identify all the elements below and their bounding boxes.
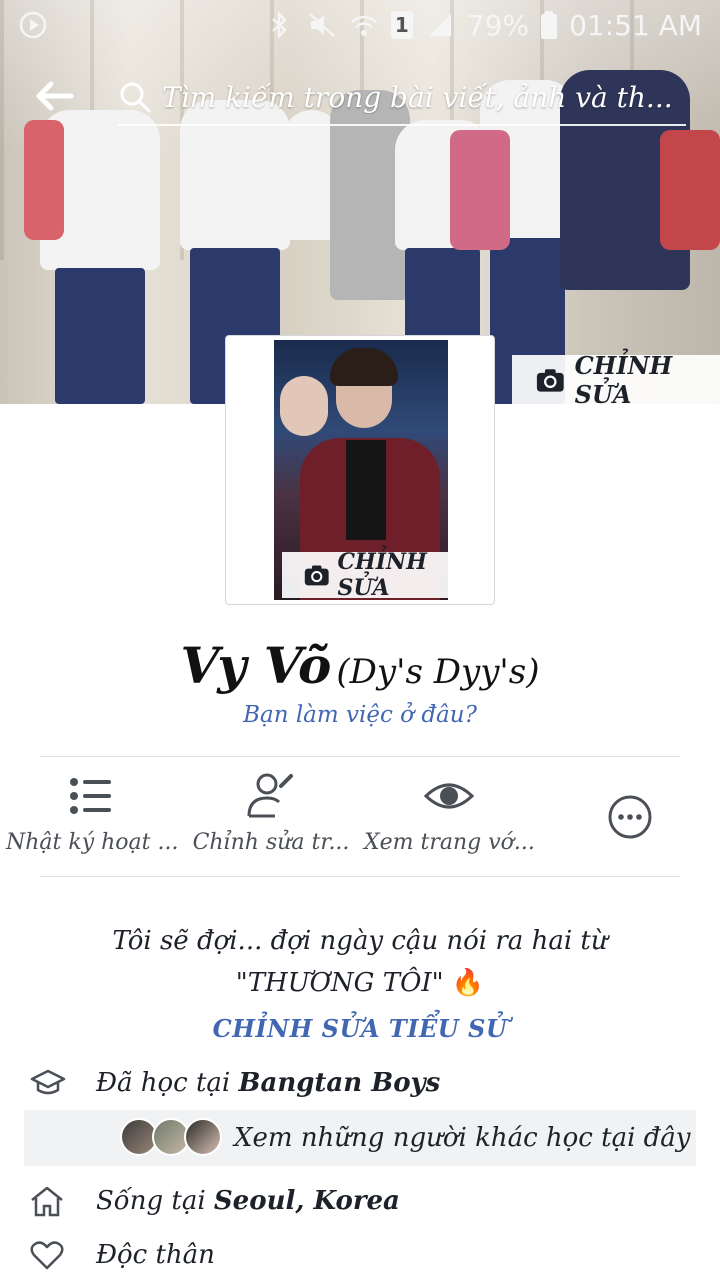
search-input[interactable]: Tìm kiếm trong bài viết, ảnh và th... — [118, 70, 686, 126]
cover-figure — [660, 130, 720, 250]
camera-icon — [304, 565, 329, 586]
cover-figure — [450, 130, 510, 250]
status-bar: 1 79% 01:51 AM — [0, 0, 720, 50]
relationship-status: Độc thân — [96, 1240, 215, 1270]
more-options-button[interactable] — [580, 770, 680, 870]
bio-line: "THƯƠNG TÔI" — [235, 968, 444, 998]
avatar — [184, 1118, 222, 1156]
activity-log-button[interactable]: Nhật ký hoạt ... — [6, 770, 179, 870]
camera-icon — [536, 368, 564, 392]
heart-icon — [30, 1241, 64, 1270]
battery-icon — [541, 11, 558, 39]
signal-icon — [428, 14, 451, 36]
edit-cover-button[interactable]: CHỈNH SỬA — [512, 351, 720, 409]
list-icon — [70, 778, 111, 814]
alternate-name: (Dy's Dyy's) — [336, 652, 540, 692]
bio-line: Tôi sẽ đợi... đợi ngày cậu nói ra hai từ — [112, 926, 608, 956]
classmates-label: Xem những người khác học tại đây — [234, 1123, 691, 1153]
edit-profile-label: Chỉnh sửa tr... — [192, 830, 350, 855]
education-place: Bangtan Boys — [238, 1068, 441, 1098]
profile-name: Vy Võ (Dy's Dyy's) — [0, 636, 720, 695]
more-icon — [608, 795, 652, 839]
home-icon — [31, 1186, 63, 1217]
photo-figure — [330, 348, 398, 386]
edit-profile-button[interactable]: Chỉnh sửa tr... — [186, 770, 356, 870]
lives-prefix: Sống tại — [96, 1186, 206, 1216]
relationship-row[interactable]: Độc thân — [0, 1230, 720, 1280]
view-as-button[interactable]: Xem trang vớ... — [364, 770, 535, 870]
profile-search-bar: Tìm kiếm trong bài viết, ảnh và th... — [0, 60, 720, 132]
battery-percent: 79% — [466, 8, 530, 42]
edit-profile-icon — [247, 773, 293, 818]
edit-cover-label: CHỈNH SỬA — [574, 350, 673, 409]
cover-figure — [55, 268, 145, 404]
edit-bio-link[interactable]: CHỈNH SỬA TIỂU SỬ — [0, 1014, 720, 1043]
photo-figure — [346, 440, 386, 540]
profile-actions: Nhật ký hoạt ... Chỉnh sửa tr... Xem tra… — [0, 770, 720, 870]
edit-avatar-label: CHỈNH SỬA — [337, 549, 427, 601]
photo-figure — [280, 376, 328, 436]
classmate-avatars — [120, 1118, 230, 1158]
profile-picture[interactable]: CHỈNH SỬA — [225, 335, 495, 605]
classmates-link[interactable]: Xem những người khác học tại đây — [24, 1110, 696, 1166]
lives-in-row[interactable]: Sống tại Seoul, Korea — [0, 1176, 720, 1226]
sim-slot-badge: 1 — [390, 11, 413, 39]
search-icon — [120, 82, 151, 113]
divider — [40, 756, 680, 757]
education-row[interactable]: Đã học tại Bangtan Boys — [0, 1058, 720, 1108]
display-name: Vy Võ — [180, 636, 332, 695]
lives-place: Seoul, Korea — [213, 1186, 400, 1216]
mute-icon — [309, 13, 335, 37]
view-as-label: Xem trang vớ... — [364, 830, 535, 855]
bio-text: Tôi sẽ đợi... đợi ngày cậu nói ra hai từ… — [0, 920, 720, 1004]
eye-icon — [423, 783, 475, 809]
edit-profile-picture-button[interactable]: CHỈNH SỬA — [282, 549, 464, 601]
divider — [40, 876, 680, 877]
search-placeholder: Tìm kiếm trong bài viết, ảnh và th... — [162, 80, 673, 114]
clock: 01:51 AM — [569, 8, 702, 42]
add-work-link[interactable]: Bạn làm việc ở đâu? — [0, 702, 720, 728]
education-prefix: Đã học tại — [96, 1068, 231, 1098]
wifi-icon — [351, 15, 377, 36]
fire-emoji: 🔥 — [451, 968, 485, 998]
back-button[interactable] — [0, 60, 110, 132]
cast-icon — [19, 11, 47, 39]
back-arrow-icon — [36, 81, 74, 111]
graduation-cap-icon — [30, 1069, 66, 1095]
cover-figure — [24, 120, 64, 240]
bluetooth-icon — [272, 10, 287, 40]
activity-log-label: Nhật ký hoạt ... — [6, 830, 179, 855]
